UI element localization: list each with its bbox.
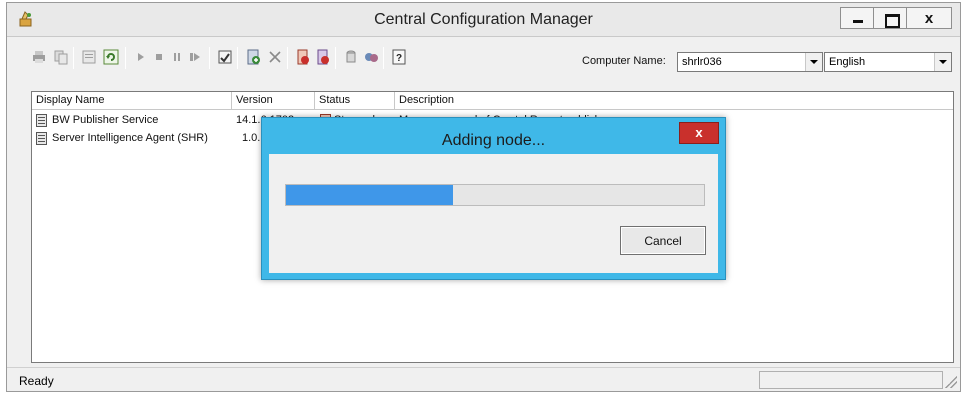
computer-name-dropdown-icon[interactable] — [805, 53, 822, 71]
database-icon[interactable] — [343, 49, 359, 65]
maximize-button[interactable] — [873, 7, 907, 29]
row-display-name: Server Intelligence Agent (SHR) — [52, 132, 208, 144]
column-header-display-name[interactable]: Display Name — [32, 92, 232, 110]
progress-fill — [286, 185, 454, 205]
computer-name-label: Computer Name: — [582, 55, 666, 67]
computer-name-combobox[interactable]: shrlr036 — [677, 52, 823, 72]
close-icon: x — [695, 125, 703, 140]
language-combobox[interactable]: English — [824, 52, 952, 72]
minimize-button[interactable] — [840, 7, 874, 29]
help-icon[interactable]: ? — [391, 49, 407, 65]
status-text: Ready — [19, 374, 54, 388]
svg-text:?: ? — [396, 53, 402, 64]
dialog-close-button[interactable]: x — [679, 122, 719, 144]
close-button[interactable]: x — [906, 7, 952, 29]
cancel-button[interactable]: Cancel — [620, 226, 706, 255]
print-icon[interactable] — [31, 49, 47, 65]
computer-name-value: shrlr036 — [682, 56, 722, 68]
delete-icon[interactable] — [267, 49, 283, 65]
pause-icon[interactable] — [169, 49, 185, 65]
status-panel — [759, 371, 943, 389]
column-header-description[interactable]: Description — [395, 92, 955, 110]
status-bar: Ready — [7, 367, 960, 391]
refresh-icon[interactable] — [103, 49, 119, 65]
dialog-title: Adding node... — [441, 132, 546, 149]
add-node-icon[interactable] — [245, 49, 261, 65]
manage-icon[interactable] — [363, 49, 379, 65]
adding-node-dialog: Adding node... x Cancel — [261, 117, 726, 280]
dialog-body: Cancel — [269, 154, 718, 273]
progress-bar — [285, 184, 705, 206]
add-server-icon[interactable] — [295, 49, 311, 65]
row-display-name: BW Publisher Service — [52, 114, 159, 126]
title-bar[interactable]: Central Configuration Manager x — [7, 3, 960, 37]
properties-icon[interactable] — [81, 49, 97, 65]
list-header: Display Name Version Status Description — [32, 92, 953, 110]
resize-grip-icon[interactable] — [945, 376, 957, 388]
column-header-status[interactable]: Status — [315, 92, 395, 110]
toolbar: ? Computer Name: shrlr036 English — [13, 41, 953, 75]
configure-icon[interactable] — [217, 49, 233, 65]
column-header-version[interactable]: Version — [232, 92, 315, 110]
resume-icon[interactable] — [187, 49, 203, 65]
stop-icon[interactable] — [151, 49, 167, 65]
language-dropdown-icon[interactable] — [934, 53, 951, 71]
remove-server-icon[interactable] — [315, 49, 331, 65]
window-title: Central Configuration Manager — [374, 11, 593, 28]
start-icon[interactable] — [133, 49, 149, 65]
copy-icon[interactable] — [53, 49, 69, 65]
language-value: English — [829, 56, 866, 68]
close-icon: x — [924, 10, 934, 27]
service-icon — [36, 114, 47, 127]
service-icon — [36, 132, 47, 145]
